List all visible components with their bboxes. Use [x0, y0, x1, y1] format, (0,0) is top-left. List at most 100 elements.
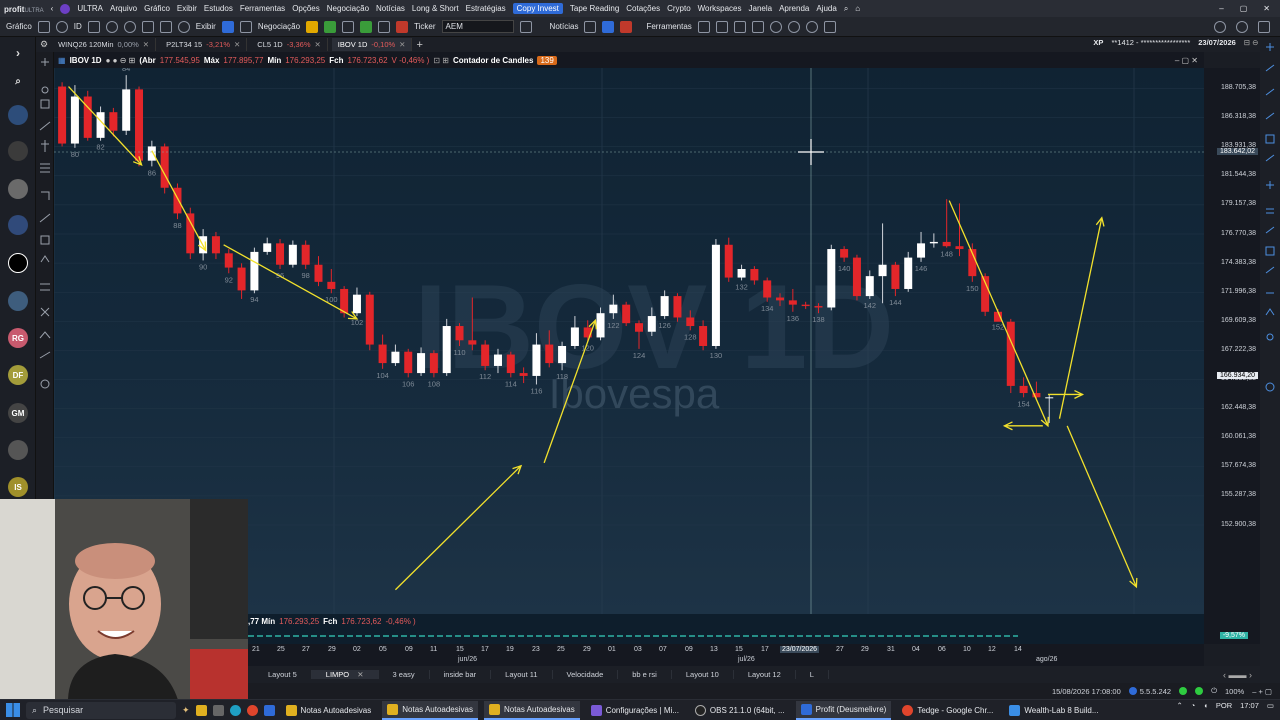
- layout-tab[interactable]: bb e rsi: [618, 670, 672, 679]
- close-icon[interactable]: ✕: [399, 40, 405, 49]
- tool-4-icon[interactable]: [751, 20, 764, 33]
- fit-icon[interactable]: [141, 20, 154, 33]
- tool-2-icon[interactable]: [715, 20, 728, 33]
- layout-icon[interactable]: [239, 20, 252, 33]
- indicator-controls-icon[interactable]: ⊡ ⊞: [433, 56, 449, 65]
- taskbar-app[interactable]: OBS 21.1.0 (64bit, ...: [690, 701, 790, 720]
- avatar-gm[interactable]: GM: [8, 403, 28, 423]
- menu-item[interactable]: Tape Reading: [570, 4, 619, 13]
- app-icon[interactable]: [212, 704, 224, 716]
- chart-window-controls[interactable]: – ▢ ✕: [1175, 56, 1204, 65]
- menu-item[interactable]: Estudos: [204, 4, 233, 13]
- tab-cl5[interactable]: CL5 1D -3,36% ✕: [251, 38, 328, 51]
- taskbar-app[interactable]: Profit (Deusmelivre): [795, 700, 892, 720]
- tool-3-icon[interactable]: [733, 20, 746, 33]
- shield-icon[interactable]: [396, 20, 409, 33]
- layout-tab[interactable]: Velocidade: [553, 670, 619, 679]
- power-icon[interactable]: ⏻: [1211, 686, 1217, 696]
- taskbar-search[interactable]: ⌕ Pesquisar: [26, 701, 176, 719]
- chart-controls-icon[interactable]: ● ● ⊖ ⊞: [106, 56, 136, 65]
- app-icon[interactable]: [263, 704, 275, 716]
- taskbar-app[interactable]: Notas Autoadesivas: [281, 701, 377, 720]
- avatar[interactable]: [8, 253, 28, 273]
- zoom-in-icon[interactable]: [105, 20, 118, 33]
- taskbar-app[interactable]: Notas Autoadesivas: [483, 700, 580, 720]
- avatar[interactable]: [8, 105, 28, 125]
- menu-item[interactable]: Workspaces: [698, 4, 742, 13]
- layout-tab[interactable]: 3 easy: [379, 670, 430, 679]
- tv-icon[interactable]: [602, 20, 615, 33]
- news-icon[interactable]: [584, 20, 597, 33]
- wifi-icon[interactable]: ◔: [1191, 701, 1196, 710]
- tab-ibov[interactable]: IBOV 1D -0,10% ✕: [331, 38, 413, 51]
- file-explorer-icon[interactable]: [195, 704, 207, 716]
- layout-tab[interactable]: inside bar: [430, 670, 492, 679]
- menu-back-icon[interactable]: ‹: [51, 4, 54, 13]
- close-icon[interactable]: ✕: [315, 40, 321, 49]
- book-icon[interactable]: [342, 20, 355, 33]
- tool-5-icon[interactable]: [769, 20, 782, 33]
- status-controls[interactable]: – + ▢: [1252, 687, 1272, 696]
- menu-item[interactable]: Ferramentas: [240, 4, 285, 13]
- order-chart-icon[interactable]: [360, 20, 373, 33]
- tab-winq26[interactable]: WINQ26 120Min 0,00% ✕: [52, 38, 157, 51]
- menu-item[interactable]: Notícias: [376, 4, 405, 13]
- layout-tab[interactable]: Layout 12: [734, 670, 796, 679]
- order-c-icon[interactable]: [306, 20, 319, 33]
- notification-icon[interactable]: ▭: [1267, 701, 1274, 710]
- id-label[interactable]: ID: [74, 22, 82, 31]
- tool-8-icon[interactable]: [823, 20, 836, 33]
- news-alert-icon[interactable]: [620, 20, 633, 33]
- menu-item[interactable]: Gráfico: [144, 4, 170, 13]
- tray-expand-icon[interactable]: ⌃: [1177, 701, 1183, 710]
- menu-item[interactable]: Negociação: [327, 4, 369, 13]
- gear-icon[interactable]: [1214, 20, 1226, 33]
- volume-panel[interactable]: [248, 628, 1204, 644]
- menu-item[interactable]: Ajuda: [816, 4, 836, 13]
- right-tool-icons[interactable]: [1260, 37, 1280, 677]
- menu-item[interactable]: Cotações: [626, 4, 660, 13]
- tool-7-icon[interactable]: [805, 20, 818, 33]
- home-icon[interactable]: ⌂: [855, 4, 860, 13]
- grid-icon[interactable]: [221, 20, 234, 33]
- taskbar-app[interactable]: Wealth-Lab 8 Build...: [1004, 701, 1103, 720]
- search-icon[interactable]: ⌕: [844, 4, 848, 14]
- order-v-icon[interactable]: [324, 20, 337, 33]
- moon-icon[interactable]: [1236, 20, 1248, 33]
- close-icon[interactable]: ✕: [234, 40, 240, 49]
- menu-item[interactable]: Crypto: [667, 4, 691, 13]
- layout-tab[interactable]: Layout 11: [491, 670, 553, 679]
- avatar[interactable]: [8, 291, 28, 311]
- close-icon[interactable]: ✕: [357, 670, 363, 679]
- chart-type-icon[interactable]: [37, 20, 50, 33]
- zoom-out-icon[interactable]: [123, 20, 136, 33]
- taskbar-app[interactable]: Configurações | Mi...: [586, 701, 684, 720]
- price-axis[interactable]: 188.705,38 186.318,38 183.931,38 181.544,38…: [1204, 68, 1260, 614]
- layout-tab[interactable]: Layout 10: [672, 670, 734, 679]
- chart-menu-icon[interactable]: ▦: [58, 56, 66, 65]
- template-icon[interactable]: [159, 20, 172, 33]
- close-icon[interactable]: ✕: [143, 40, 149, 49]
- menu-item[interactable]: Aprenda: [779, 4, 809, 13]
- menu-item[interactable]: Arquivo: [110, 4, 137, 13]
- taskbar-widget-icon[interactable]: ✦: [182, 705, 190, 716]
- id-icon[interactable]: [55, 20, 68, 33]
- menu-item[interactable]: ULTRA: [77, 4, 103, 13]
- menu-item[interactable]: Opções: [292, 4, 320, 13]
- times-icon[interactable]: [378, 20, 391, 33]
- crosshair-icon[interactable]: [87, 20, 100, 33]
- avatar-df[interactable]: DF: [8, 365, 28, 385]
- menu-item[interactable]: Janela: [749, 4, 773, 13]
- layout-tab[interactable]: L: [796, 670, 829, 679]
- tab-p2lt34[interactable]: P2LT34 15 -3,21% ✕: [160, 38, 248, 51]
- avatar[interactable]: [8, 141, 28, 161]
- tray-lang[interactable]: POR: [1216, 701, 1232, 710]
- time-axis[interactable]: 21 25 27 29 02 05 09 11 15 17 19 23 25 29 01 03 07 09 13 15…: [248, 644, 1204, 666]
- menu-item[interactable]: Long & Short: [412, 4, 459, 13]
- ticker-input[interactable]: AEM: [441, 20, 514, 33]
- windows-start-icon[interactable]: [6, 703, 20, 717]
- list-icon[interactable]: [519, 20, 532, 33]
- menu-item[interactable]: Estratégias: [466, 4, 506, 13]
- volume-icon[interactable]: ◖: [1203, 701, 1208, 710]
- tool-6-icon[interactable]: [787, 20, 800, 33]
